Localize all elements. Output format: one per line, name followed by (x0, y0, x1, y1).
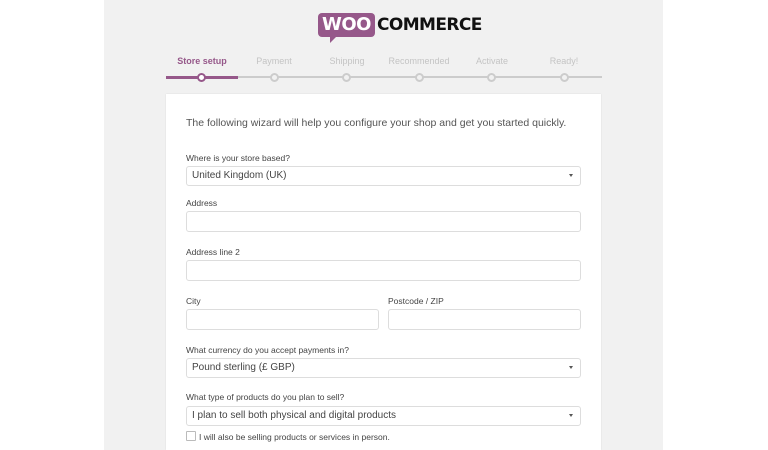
step-store-setup[interactable]: Store setup (166, 56, 238, 66)
chevron-down-icon (569, 174, 573, 177)
step-recommended[interactable]: Recommended (383, 56, 455, 66)
chevron-down-icon (569, 414, 573, 417)
wizard-intro-text: The following wizard will help you confi… (186, 117, 567, 129)
address-input[interactable] (186, 211, 581, 232)
currency-selected-value: Pound sterling (£ GBP) (192, 362, 295, 373)
logo-badge: WOO (318, 13, 375, 43)
country-label: Where is your store based? (186, 153, 290, 163)
step-dot-ready (560, 73, 569, 82)
chevron-down-icon (569, 366, 573, 369)
country-select[interactable]: United Kingdom (UK) (186, 166, 581, 186)
product-type-selected-value: I plan to sell both physical and digital… (192, 410, 397, 421)
woocommerce-logo: WOO COMMERCE (318, 11, 482, 43)
city-input[interactable] (186, 309, 379, 330)
in-person-label[interactable]: I will also be selling products or servi… (199, 432, 390, 442)
step-dot-activate (487, 73, 496, 82)
step-dot-shipping (342, 73, 351, 82)
step-payment[interactable]: Payment (238, 56, 310, 66)
product-type-select[interactable]: I plan to sell both physical and digital… (186, 406, 581, 426)
address-line-2-label: Address line 2 (186, 247, 240, 257)
country-selected-value: United Kingdom (UK) (192, 170, 287, 181)
currency-label: What currency do you accept payments in? (186, 345, 349, 355)
logo-text: COMMERCE (376, 15, 482, 35)
step-dot-store-setup (197, 73, 206, 82)
in-person-checkbox[interactable] (186, 431, 196, 441)
step-ready[interactable]: Ready! (528, 56, 600, 66)
step-dot-payment (270, 73, 279, 82)
address-line-2-input[interactable] (186, 260, 581, 281)
postcode-input[interactable] (388, 309, 581, 330)
store-setup-card: The following wizard will help you confi… (166, 94, 601, 450)
step-dot-recommended (415, 73, 424, 82)
currency-select[interactable]: Pound sterling (£ GBP) (186, 358, 581, 378)
step-shipping[interactable]: Shipping (311, 56, 383, 66)
step-activate[interactable]: Activate (456, 56, 528, 66)
postcode-label: Postcode / ZIP (388, 296, 444, 306)
product-type-label: What type of products do you plan to sel… (186, 392, 345, 402)
address-label: Address (186, 198, 218, 208)
setup-wizard-steps: Store setup Payment Shipping Recommended… (166, 56, 602, 82)
city-label: City (186, 296, 201, 306)
